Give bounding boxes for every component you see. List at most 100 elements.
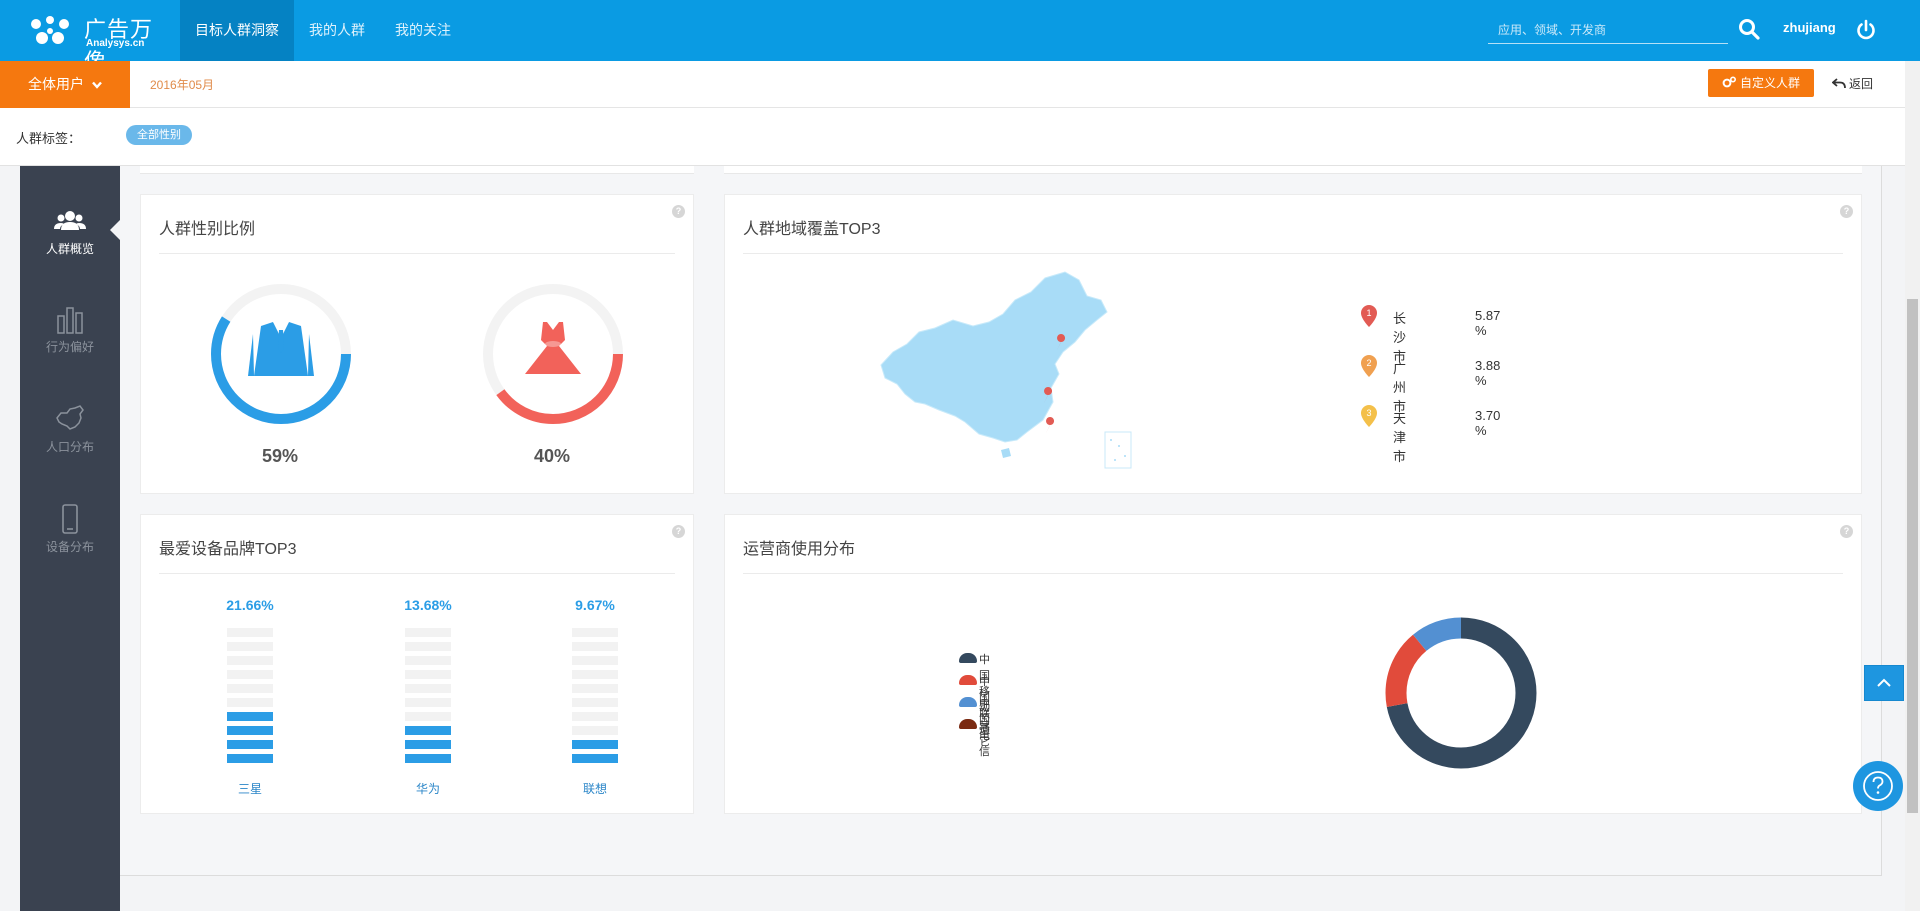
china-mainland-shape	[880, 271, 1108, 443]
bar-segment-empty	[572, 712, 618, 721]
help-icon[interactable]: ?	[1840, 205, 1853, 218]
sidebar-label-devices: 设备分布	[45, 540, 94, 554]
dress-icon	[525, 322, 581, 374]
region-coverage-card: 人群地域覆盖TOP3 ? 1 长沙市 5.87 % 2 广州市 3.88 % 3…	[724, 194, 1862, 494]
brand-2-name: 华为	[415, 782, 440, 796]
tag-all-genders[interactable]: 全部性别	[126, 125, 192, 145]
region-value-3: 3.70 %	[1475, 408, 1501, 438]
rank-3-pin-icon: 3	[1361, 405, 1377, 427]
nav-item-target-insight[interactable]: 目标人群洞察	[180, 0, 294, 61]
bar-segment-empty	[405, 656, 451, 665]
bar-segment-filled	[227, 740, 273, 749]
rank-1-pin-icon: 1	[1361, 305, 1377, 327]
sidebar-item-behavior[interactable]: 行为偏好	[20, 304, 120, 384]
bar-segment-filled	[572, 754, 618, 763]
nav-item-my-audience[interactable]: 我的人群	[294, 0, 380, 61]
china-map-icon	[56, 405, 84, 430]
card-title: 运营商使用分布	[743, 541, 856, 558]
custom-audience-button[interactable]: 自定义人群	[1708, 69, 1814, 97]
bar-segment-empty	[572, 670, 618, 679]
male-percent: 59%	[262, 446, 299, 466]
bar-segment-filled	[227, 754, 273, 763]
region-city-2: 广州市	[1393, 361, 1407, 414]
rank-2-pin-icon: 2	[1361, 355, 1377, 377]
bar-segment-empty	[405, 684, 451, 693]
divider	[159, 253, 675, 254]
bar-segment-filled	[405, 740, 451, 749]
gears-icon	[1722, 76, 1736, 88]
rank-2-number: 2	[1366, 358, 1371, 368]
bar-segment-empty	[572, 628, 618, 637]
carrier-donut-chart	[1385, 617, 1537, 769]
page-scrollbar[interactable]	[1905, 61, 1920, 911]
bar-segment-empty	[405, 628, 451, 637]
brand-3-percent: 9.67%	[575, 597, 615, 613]
scrollbar-thumb[interactable]	[1907, 299, 1918, 813]
brand-2-percent: 13.68%	[404, 597, 452, 613]
user-scope-dropdown[interactable]: 全体用户	[0, 61, 130, 108]
brand-1-percent: 21.66%	[226, 597, 274, 613]
divider	[743, 253, 1843, 254]
bar-segment-filled	[405, 754, 451, 763]
carrier-legend: 中国移动 中国联通 中国电信 其它	[959, 651, 1059, 758]
bar-segment-empty	[572, 726, 618, 735]
south-sea-inset	[1104, 431, 1132, 469]
female-percent: 40%	[534, 446, 571, 466]
region-ranking-list: 1 长沙市 5.87 % 2 广州市 3.88 % 3 天津市 3.70 %	[1361, 305, 1581, 464]
audience-tag-label: 人群标签：	[16, 131, 82, 146]
brand-1-name: 三星	[237, 782, 262, 796]
brand-name-en: Analysys.cn	[86, 38, 145, 49]
help-icon[interactable]: ?	[672, 205, 685, 218]
card-stub-right	[724, 166, 1862, 174]
region-value-2: 3.88 %	[1475, 358, 1501, 388]
card-title: 最爱设备品牌TOP3	[159, 541, 297, 558]
brand-2-bar-stack	[405, 628, 451, 763]
bar-segment-filled	[405, 726, 451, 735]
help-icon[interactable]: ?	[1840, 525, 1853, 538]
nav-item-my-follows[interactable]: 我的关注	[380, 0, 466, 61]
bar-segment-empty	[405, 670, 451, 679]
brand-logo[interactable]: 广告万像 Analysys.cn	[24, 8, 174, 74]
power-icon[interactable]	[1855, 19, 1877, 41]
chevron-down-icon	[92, 81, 102, 90]
custom-audience-label: 自定义人群	[1739, 76, 1800, 90]
bar-segment-empty	[227, 698, 273, 707]
sidebar-item-population[interactable]: 人口分布	[20, 404, 120, 484]
sidebar-item-overview[interactable]: 人群概览	[20, 206, 120, 286]
bar-segment-empty	[227, 684, 273, 693]
help-icon[interactable]: ?	[672, 525, 685, 538]
suit-icon	[248, 322, 314, 376]
help-float-button[interactable]	[1853, 761, 1903, 811]
username[interactable]: zhujiang	[1783, 20, 1836, 35]
user-scope-label: 全体用户	[28, 76, 85, 92]
bar-segment-filled	[572, 740, 618, 749]
search-input[interactable]	[1488, 18, 1728, 42]
search-box	[1488, 18, 1728, 44]
legend-swatch	[959, 653, 977, 663]
hainan-island-shape	[1001, 448, 1011, 458]
left-sidebar: 人群概览 行为偏好 人口分布 设备分布	[20, 166, 120, 911]
female-ring-chart	[483, 284, 623, 424]
sidebar-label-behavior: 行为偏好	[45, 340, 94, 354]
card-title: 人群地域覆盖TOP3	[743, 221, 881, 238]
sidebar-label-overview: 人群概览	[45, 242, 94, 256]
top-navigation-bar: 广告万像 Analysys.cn 目标人群洞察 我的人群 我的关注 zhujia…	[0, 0, 1920, 74]
mobile-phone-icon	[62, 504, 78, 534]
brand-3-name: 联想	[582, 782, 607, 796]
card-stub-left	[140, 166, 694, 174]
device-brand-card: 最爱设备品牌TOP3 ? 21.66% 三星 13.68% 华为 9.67% 联…	[140, 514, 694, 814]
back-to-top-button[interactable]	[1864, 665, 1904, 701]
region-value-1: 5.87 %	[1475, 308, 1501, 338]
main-nav: 目标人群洞察 我的人群 我的关注	[180, 0, 466, 61]
bar-segment-empty	[227, 628, 273, 637]
rank-1-number: 1	[1366, 308, 1371, 318]
sidebar-item-devices[interactable]: 设备分布	[20, 504, 120, 584]
legend-swatch	[959, 719, 977, 729]
active-indicator-arrow	[110, 220, 120, 240]
back-button[interactable]: 返回	[1831, 75, 1874, 92]
search-icon[interactable]	[1738, 18, 1760, 40]
people-group-icon	[54, 211, 86, 230]
bar-chart-icon	[57, 307, 83, 334]
chevron-up-icon	[1877, 678, 1891, 687]
back-label: 返回	[1849, 77, 1874, 91]
